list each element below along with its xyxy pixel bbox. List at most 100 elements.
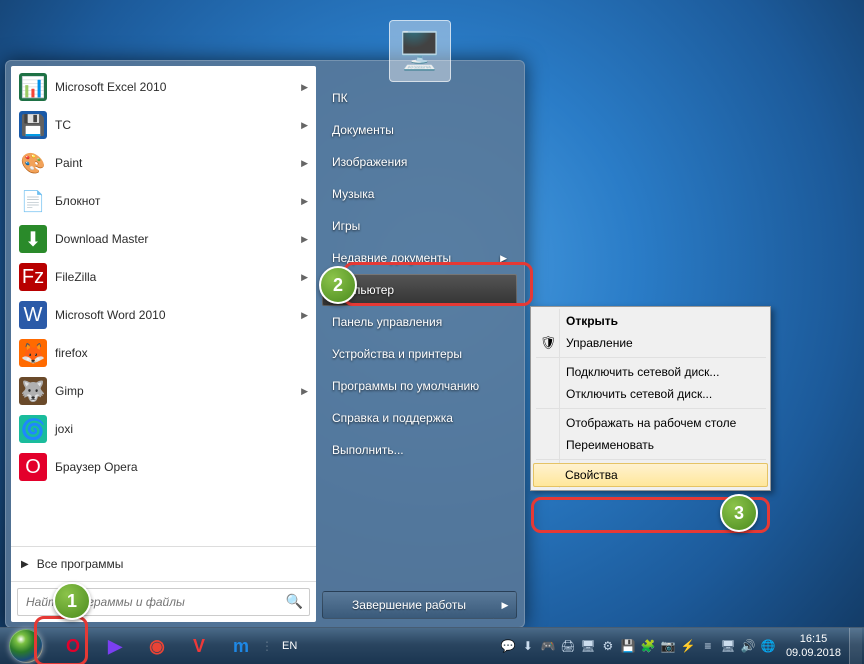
context-menu-separator	[536, 459, 766, 460]
program-icon: ⬇	[19, 225, 47, 253]
tray-icon[interactable]: 🖥	[719, 637, 737, 655]
taskbar-pinned-vivaldi[interactable]: V	[179, 631, 219, 661]
expand-arrow-icon: ▶	[301, 196, 308, 207]
start-menu-right-item[interactable]: Устройства и принтеры	[322, 338, 517, 370]
program-item[interactable]: WMicrosoft Word 2010▶	[11, 296, 316, 334]
program-item[interactable]: 🐺Gimp▶	[11, 372, 316, 410]
context-menu-separator	[536, 357, 766, 358]
start-menu-right-item[interactable]: Компьютер	[322, 274, 517, 306]
start-menu-search-wrap: 🔍	[11, 581, 316, 622]
context-menu-item[interactable]: Отображать на рабочем столе	[534, 412, 768, 434]
tray-icon[interactable]: 🖨	[559, 637, 577, 655]
program-item[interactable]: 🌀joxi	[11, 410, 316, 448]
tray-icon[interactable]: 📷	[659, 637, 677, 655]
start-menu-search-box[interactable]: 🔍	[17, 588, 310, 616]
opera-icon: O	[66, 636, 80, 657]
program-icon: O	[19, 453, 47, 481]
annotation-box-3	[531, 497, 770, 533]
user-avatar-icon[interactable]: 🖥️	[389, 20, 451, 82]
vivaldi-icon: V	[193, 636, 205, 657]
program-label: TC	[55, 118, 71, 132]
program-item[interactable]: O Браузер Opera	[11, 448, 316, 486]
right-item-label: ПК	[332, 91, 348, 105]
tray-icon[interactable]: ≡	[699, 637, 717, 655]
context-menu-item[interactable]: 🛡Управление	[534, 332, 768, 354]
program-item[interactable]: 🦊firefox	[11, 334, 316, 372]
all-programs-button[interactable]: ▶ Все программы	[11, 546, 316, 581]
taskbar-pinned-opera[interactable]: O	[53, 631, 93, 661]
tray-icon[interactable]: 🖥	[579, 637, 597, 655]
program-item[interactable]: ⬇ Download Master ▶	[11, 220, 316, 258]
start-menu-right-item[interactable]: ПК	[322, 82, 517, 114]
context-menu-item-label: Управление	[566, 336, 633, 350]
start-menu-right-item[interactable]: Музыка	[322, 178, 517, 210]
start-menu-right-item[interactable]: Документы	[322, 114, 517, 146]
taskbar-pinned-maxthon[interactable]: m	[221, 631, 261, 661]
search-input[interactable]	[18, 589, 294, 615]
program-item[interactable]: 💾TC▶	[11, 106, 316, 144]
program-label: Download Master	[55, 232, 148, 246]
start-menu-right-item[interactable]: Недавние документы▶	[322, 242, 517, 274]
all-programs-label: Все программы	[37, 557, 124, 571]
tray-icon[interactable]: 🔊	[739, 637, 757, 655]
taskbar-clock[interactable]: 16:15 09.09.2018	[778, 632, 849, 660]
language-indicator[interactable]: EN	[276, 637, 303, 655]
program-item[interactable]: 📄Блокнот▶	[11, 182, 316, 220]
expand-arrow-icon: ▶	[301, 272, 308, 283]
desktop: 📊Microsoft Excel 2010▶💾TC▶🎨Paint▶📄Блокно…	[0, 0, 864, 664]
shutdown-label: Завершение работы	[352, 598, 466, 612]
tray-icon[interactable]: 💾	[619, 637, 637, 655]
tray-icon[interactable]: 🌐	[759, 637, 777, 655]
windows-orb-icon	[9, 629, 43, 663]
context-menu-item[interactable]: Отключить сетевой диск...	[534, 383, 768, 405]
start-menu-right-item[interactable]: Справка и поддержка	[322, 402, 517, 434]
context-menu-item-label: Подключить сетевой диск...	[566, 365, 719, 379]
start-menu-programs-list: 📊Microsoft Excel 2010▶💾TC▶🎨Paint▶📄Блокно…	[11, 66, 316, 546]
program-label: Gimp	[55, 384, 84, 398]
shutdown-button[interactable]: Завершение работы	[322, 591, 496, 619]
context-menu-item[interactable]: Подключить сетевой диск...	[534, 361, 768, 383]
tray-icon[interactable]: ⚙	[599, 637, 617, 655]
clock-date: 09.09.2018	[786, 646, 841, 660]
taskbar-pinned-play[interactable]: ▶	[95, 631, 135, 661]
start-menu-right-item[interactable]: Игры	[322, 210, 517, 242]
program-label: Paint	[55, 156, 82, 170]
annotation-number-3: 3	[720, 494, 758, 532]
submenu-arrow-icon: ▶	[500, 253, 507, 264]
start-menu-right-item[interactable]: Панель управления	[322, 306, 517, 338]
right-item-label: Устройства и принтеры	[332, 347, 462, 361]
start-menu-right-item[interactable]: Изображения	[322, 146, 517, 178]
start-menu-right-item[interactable]: Программы по умолчанию	[322, 370, 517, 402]
start-button[interactable]	[0, 628, 52, 664]
computer-context-menu: Открыть🛡Управление Подключить сетевой дис…	[530, 306, 771, 491]
program-item[interactable]: 📊Microsoft Excel 2010▶	[11, 68, 316, 106]
program-item[interactable]: 🎨 Paint ▶	[11, 144, 316, 182]
start-menu-left-pane: 📊Microsoft Excel 2010▶💾TC▶🎨Paint▶📄Блокно…	[11, 66, 316, 622]
tray-icon[interactable]: 🧩	[639, 637, 657, 655]
context-menu-item[interactable]: Свойства	[533, 463, 768, 487]
tray-icon[interactable]: 💬	[499, 637, 517, 655]
start-menu: 📊Microsoft Excel 2010▶💾TC▶🎨Paint▶📄Блокно…	[5, 60, 525, 628]
shutdown-options-button[interactable]: ▶	[494, 591, 517, 619]
right-item-label: Выполнить...	[332, 443, 404, 457]
program-item[interactable]: Fz FileZilla ▶	[11, 258, 316, 296]
program-icon: 🎨	[19, 149, 47, 177]
clock-time: 16:15	[786, 632, 841, 646]
tray-icon[interactable]: ⚡	[679, 637, 697, 655]
show-desktop-button[interactable]	[849, 628, 862, 664]
right-item-label: Справка и поддержка	[332, 411, 453, 425]
taskbar-pinned-chrome[interactable]: ◉	[137, 631, 177, 661]
tray-icon[interactable]: 🎮	[539, 637, 557, 655]
expand-arrow-icon: ▶	[301, 234, 308, 245]
program-label: Браузер Opera	[55, 460, 138, 474]
tray-icon[interactable]: ⬇	[519, 637, 537, 655]
expand-arrow-icon: ▶	[301, 82, 308, 93]
context-menu-item[interactable]: Открыть	[534, 310, 768, 332]
right-item-label: Панель управления	[332, 315, 442, 329]
context-menu-item[interactable]: Переименовать	[534, 434, 768, 456]
program-icon: Fz	[19, 263, 47, 291]
expand-arrow-icon: ▶	[301, 158, 308, 169]
right-item-label: Компьютер	[332, 283, 394, 297]
start-menu-right-item[interactable]: Выполнить...	[322, 434, 517, 466]
program-label: FileZilla	[55, 270, 96, 284]
